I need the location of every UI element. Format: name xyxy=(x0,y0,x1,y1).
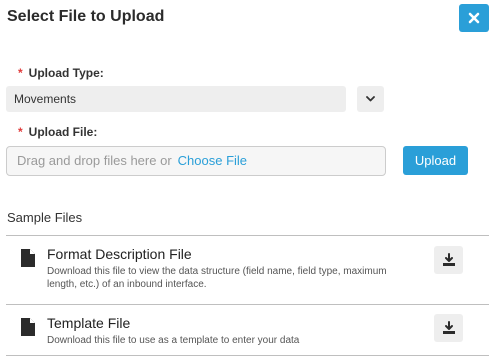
file-icon xyxy=(21,318,35,336)
sample-file-name: Format Description File xyxy=(47,246,192,262)
drop-zone-text: Drag and drop files here or xyxy=(17,153,172,168)
choose-file-link[interactable]: Choose File xyxy=(178,153,247,168)
sample-file-name: Template File xyxy=(47,315,131,331)
sample-file-description: Download this file to view the data stru… xyxy=(47,266,387,290)
download-template-button[interactable] xyxy=(434,314,463,342)
upload-button[interactable]: Upload xyxy=(403,146,468,175)
upload-file-label: * Upload File: xyxy=(18,125,97,139)
upload-type-select[interactable]: Movements xyxy=(6,86,346,112)
sample-file-description: Download this file to use as a template … xyxy=(47,335,300,346)
divider xyxy=(6,355,489,356)
upload-type-label-text: Upload Type: xyxy=(28,66,104,80)
upload-file-label-text: Upload File: xyxy=(28,125,98,139)
file-drop-zone[interactable]: Drag and drop files here or Choose File xyxy=(6,146,386,176)
divider xyxy=(6,235,489,236)
divider xyxy=(6,304,489,305)
required-marker: * xyxy=(18,125,23,139)
chevron-down-icon xyxy=(366,96,375,102)
download-format-description-button[interactable] xyxy=(434,246,463,274)
close-icon xyxy=(468,12,480,24)
file-icon xyxy=(21,249,35,267)
upload-type-dropdown-button[interactable] xyxy=(357,86,384,112)
download-icon xyxy=(442,253,455,266)
sample-files-heading: Sample Files xyxy=(7,210,83,225)
upload-type-label: * Upload Type: xyxy=(18,66,104,80)
dialog-title: Select File to Upload xyxy=(7,8,165,25)
download-icon xyxy=(442,321,455,334)
close-button[interactable] xyxy=(459,4,489,32)
required-marker: * xyxy=(18,66,23,80)
